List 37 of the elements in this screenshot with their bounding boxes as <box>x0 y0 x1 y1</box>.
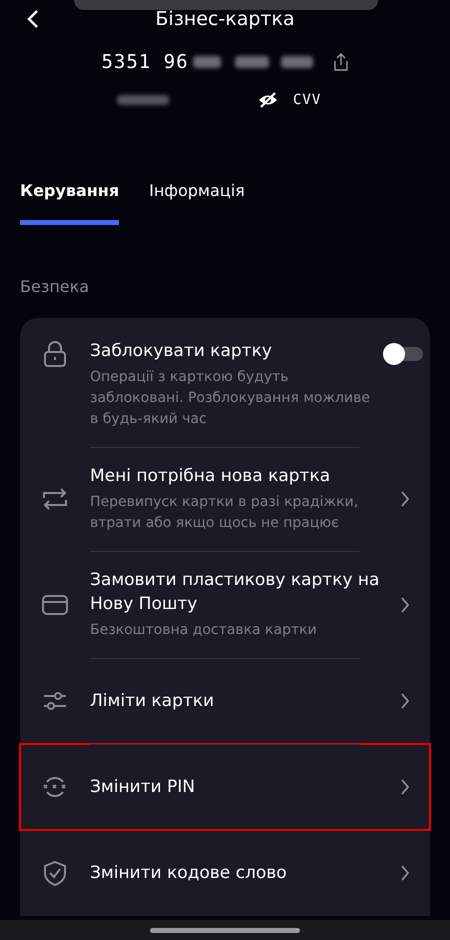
settings-item[interactable]: Мені потрібна нова картка Перевипуск картки в разі крадіжки, втрати або якщо щось не працює <box>20 447 430 551</box>
settings-item[interactable]: Замовити пластикову картку на Нову Пошту Безкоштовна доставка картки <box>20 551 430 658</box>
chevron-icon <box>400 490 410 508</box>
page-title: Бізнес-картка <box>155 8 295 30</box>
chevron-icon <box>400 778 410 796</box>
chevron-icon <box>400 596 410 614</box>
back-icon[interactable] <box>26 9 40 29</box>
item-title: Ліміти картки <box>90 690 216 713</box>
item-description: Перевипуск картки в разі крадіжки, втрати або якщо щось не працює <box>90 493 360 533</box>
chevron-icon <box>400 692 410 710</box>
swap-icon <box>42 486 68 512</box>
pin-refresh-icon <box>42 774 68 800</box>
tab[interactable]: Інформація <box>149 173 245 225</box>
settings-item[interactable]: Заблокувати картку Операції з карткою будуть заблоковані. Розблокування можливе в будь-який час <box>20 322 430 447</box>
item-description: Безкоштовна доставка картки <box>90 621 318 640</box>
settings-item[interactable]: Змінити PIN <box>20 744 430 830</box>
item-title: Змінити PIN <box>90 776 196 799</box>
lock-icon <box>43 341 67 367</box>
settings-item[interactable]: Ліміти картки <box>20 658 430 744</box>
item-title: Замовити пластикову картку на Нову Пошту <box>90 569 380 616</box>
section-title: Безпека <box>20 277 90 296</box>
tab[interactable]: Керування <box>20 173 120 225</box>
blurred-expiry <box>117 93 169 107</box>
sliders-icon <box>43 691 67 711</box>
share-icon[interactable] <box>332 52 349 72</box>
item-title: Мені потрібна нова картка <box>90 465 332 488</box>
item-title: Змінити кодове слово <box>90 862 288 885</box>
settings-item[interactable]: Змінити кодове слово <box>20 830 430 916</box>
chevron-icon <box>400 864 410 882</box>
home-handle[interactable] <box>150 928 300 932</box>
card-number: 5351 96 <box>101 51 189 73</box>
eye-off-icon[interactable] <box>257 92 279 108</box>
shield-check-icon <box>43 860 67 886</box>
item-description: Операції з карткою будуть заблоковані. Розблокування можливе в будь-який час <box>90 368 371 429</box>
cvv-label: CVV <box>293 92 322 108</box>
card-icon <box>42 594 68 616</box>
item-title: Заблокувати картку <box>90 340 273 363</box>
